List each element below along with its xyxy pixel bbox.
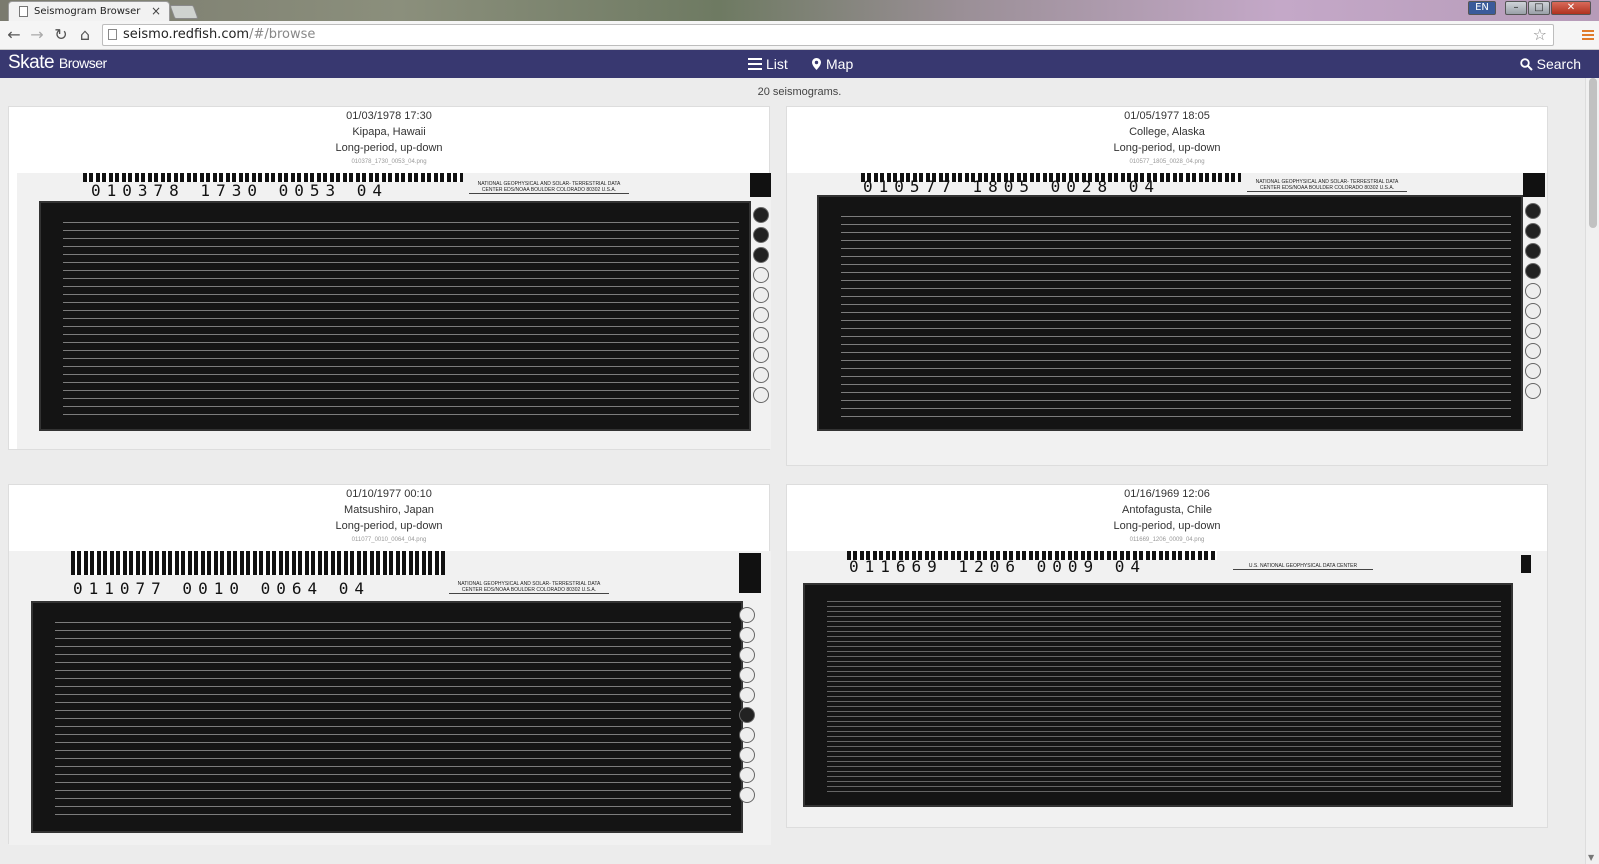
nav-map-label: Map: [826, 56, 854, 72]
address-bar[interactable]: seismo.redfish.com/#/browse ☆: [102, 24, 1554, 46]
seismic-traces: [841, 209, 1511, 419]
tab-close-icon[interactable]: ×: [151, 4, 161, 18]
url-path: /#/browse: [249, 27, 316, 42]
card-place: Kipapa, Hawaii: [352, 126, 426, 138]
scan-digits: 010577 1805 0028 04: [863, 177, 1161, 196]
scan-corner-marker: [1523, 173, 1545, 197]
brand-main: Skate: [8, 52, 55, 73]
card-date: 01/16/1969 12:06: [1124, 488, 1210, 500]
seismogram-image[interactable]: 010577 1805 0028 04 NATIONAL GEOPHYSICAL…: [787, 173, 1547, 465]
seismic-traces: [827, 597, 1501, 795]
scan-label: NATIONAL GEOPHYSICAL AND SOLAR- TERRESTR…: [469, 181, 629, 194]
card-place: Matsushiro, Japan: [344, 504, 434, 516]
scan-digits: 011077 0010 0064 04: [73, 579, 371, 598]
scan-corner-marker: [739, 553, 761, 593]
seismic-traces: [55, 615, 731, 821]
forward-icon[interactable]: →: [26, 24, 48, 46]
seismogram-card[interactable]: 01/10/1977 00:10 Matsushiro, Japan Long-…: [8, 484, 771, 845]
card-date: 01/10/1977 00:10: [346, 488, 432, 500]
page-scrollbar[interactable]: ▼: [1585, 78, 1599, 864]
card-kind: Long-period, up-down: [1113, 520, 1221, 532]
card-date: 01/03/1978 17:30: [346, 110, 432, 122]
seismogram-image[interactable]: 010378 1730 0053 04 NATIONAL GEOPHYSICAL…: [17, 173, 771, 449]
trace-plate: [803, 583, 1513, 807]
new-tab-button[interactable]: [169, 5, 199, 19]
card-kind: Long-period, up-down: [335, 520, 443, 532]
browser-menu-icon[interactable]: [1582, 28, 1594, 42]
back-icon[interactable]: ←: [3, 24, 25, 46]
scan-label: U.S. NATIONAL GEOPHYSICAL DATA CENTER: [1233, 563, 1373, 570]
window-titlebar: Seismogram Browser × EN – □ ✕: [0, 0, 1599, 21]
browser-tab[interactable]: Seismogram Browser ×: [8, 1, 170, 21]
home-icon[interactable]: ⌂: [74, 24, 96, 46]
scan-label: NATIONAL GEOPHYSICAL AND SOLAR- TERRESTR…: [449, 581, 609, 594]
registration-holes: [753, 207, 771, 403]
reload-icon[interactable]: ↻: [50, 24, 72, 46]
barcode-strip: [71, 551, 445, 575]
window-controls: EN – □ ✕: [1468, 1, 1591, 15]
tab-title: Seismogram Browser: [34, 6, 141, 17]
trace-plate: [31, 601, 743, 833]
scan-corner-marker: [1521, 555, 1531, 573]
minimize-button[interactable]: –: [1505, 1, 1527, 15]
seismic-traces: [63, 215, 739, 419]
trace-plate: [39, 201, 751, 431]
maximize-button[interactable]: □: [1528, 1, 1550, 15]
seismogram-image[interactable]: 011077 0010 0064 04 NATIONAL GEOPHYSICAL…: [9, 551, 771, 845]
card-kind: Long-period, up-down: [1113, 142, 1221, 154]
card-filename: 010577_1805_0028_04.png: [1129, 159, 1205, 165]
bookmark-star-icon[interactable]: ☆: [1533, 25, 1547, 45]
scan-label: NATIONAL GEOPHYSICAL AND SOLAR- TERRESTR…: [1247, 179, 1407, 192]
page-icon: [19, 6, 28, 17]
list-icon: [748, 58, 762, 70]
language-indicator[interactable]: EN: [1468, 1, 1496, 15]
seismogram-card[interactable]: 01/16/1969 12:06 Antofagusta, Chile Long…: [786, 484, 1548, 828]
brand-logo[interactable]: Skate Browser: [8, 52, 107, 74]
nav-list-label: List: [766, 56, 788, 72]
seismogram-card[interactable]: 01/05/1977 18:05 College, Alaska Long-pe…: [786, 106, 1548, 466]
nav-search-link[interactable]: Search: [1519, 56, 1581, 72]
card-filename: 011669_1206_0009_04.png: [1129, 537, 1205, 543]
card-filename: 010378_1730_0053_04.png: [351, 159, 427, 165]
scan-corner-marker: [750, 173, 771, 197]
card-filename: 011077_0010_0064_04.png: [351, 537, 427, 543]
brand-sub: Browser: [58, 55, 107, 71]
registration-holes: [1525, 203, 1543, 399]
url-host: seismo.redfish.com: [123, 27, 250, 42]
search-icon: [1519, 57, 1533, 71]
close-window-button[interactable]: ✕: [1551, 1, 1591, 15]
scan-digits: 010378 1730 0053 04: [91, 181, 389, 200]
browser-toolbar: ← → ↻ ⌂ seismo.redfish.com/#/browse ☆: [0, 21, 1599, 50]
card-place: College, Alaska: [1129, 126, 1205, 138]
scroll-down-icon[interactable]: ▼: [1588, 853, 1594, 862]
card-place: Antofagusta, Chile: [1122, 504, 1212, 516]
page-icon: [108, 29, 117, 40]
app-navbar: Skate Browser List Map Search: [0, 50, 1599, 78]
nav-map-link[interactable]: Map: [812, 56, 853, 72]
trace-plate: [817, 195, 1523, 431]
scan-digits: 011669 1206 0009 04: [849, 557, 1147, 576]
scrollbar-thumb[interactable]: [1589, 78, 1597, 228]
nav-search-label: Search: [1536, 56, 1581, 72]
card-date: 01/05/1977 18:05: [1124, 110, 1210, 122]
map-pin-icon: [812, 58, 821, 70]
result-count: 20 seismograms.: [757, 86, 842, 98]
seismogram-image[interactable]: 011669 1206 0009 04 U.S. NATIONAL GEOPHY…: [787, 551, 1547, 827]
registration-holes: [739, 607, 757, 803]
seismogram-card[interactable]: 01/03/1978 17:30 Kipapa, Hawaii Long-per…: [8, 106, 771, 450]
nav-list-link[interactable]: List: [748, 56, 788, 72]
card-kind: Long-period, up-down: [335, 142, 443, 154]
